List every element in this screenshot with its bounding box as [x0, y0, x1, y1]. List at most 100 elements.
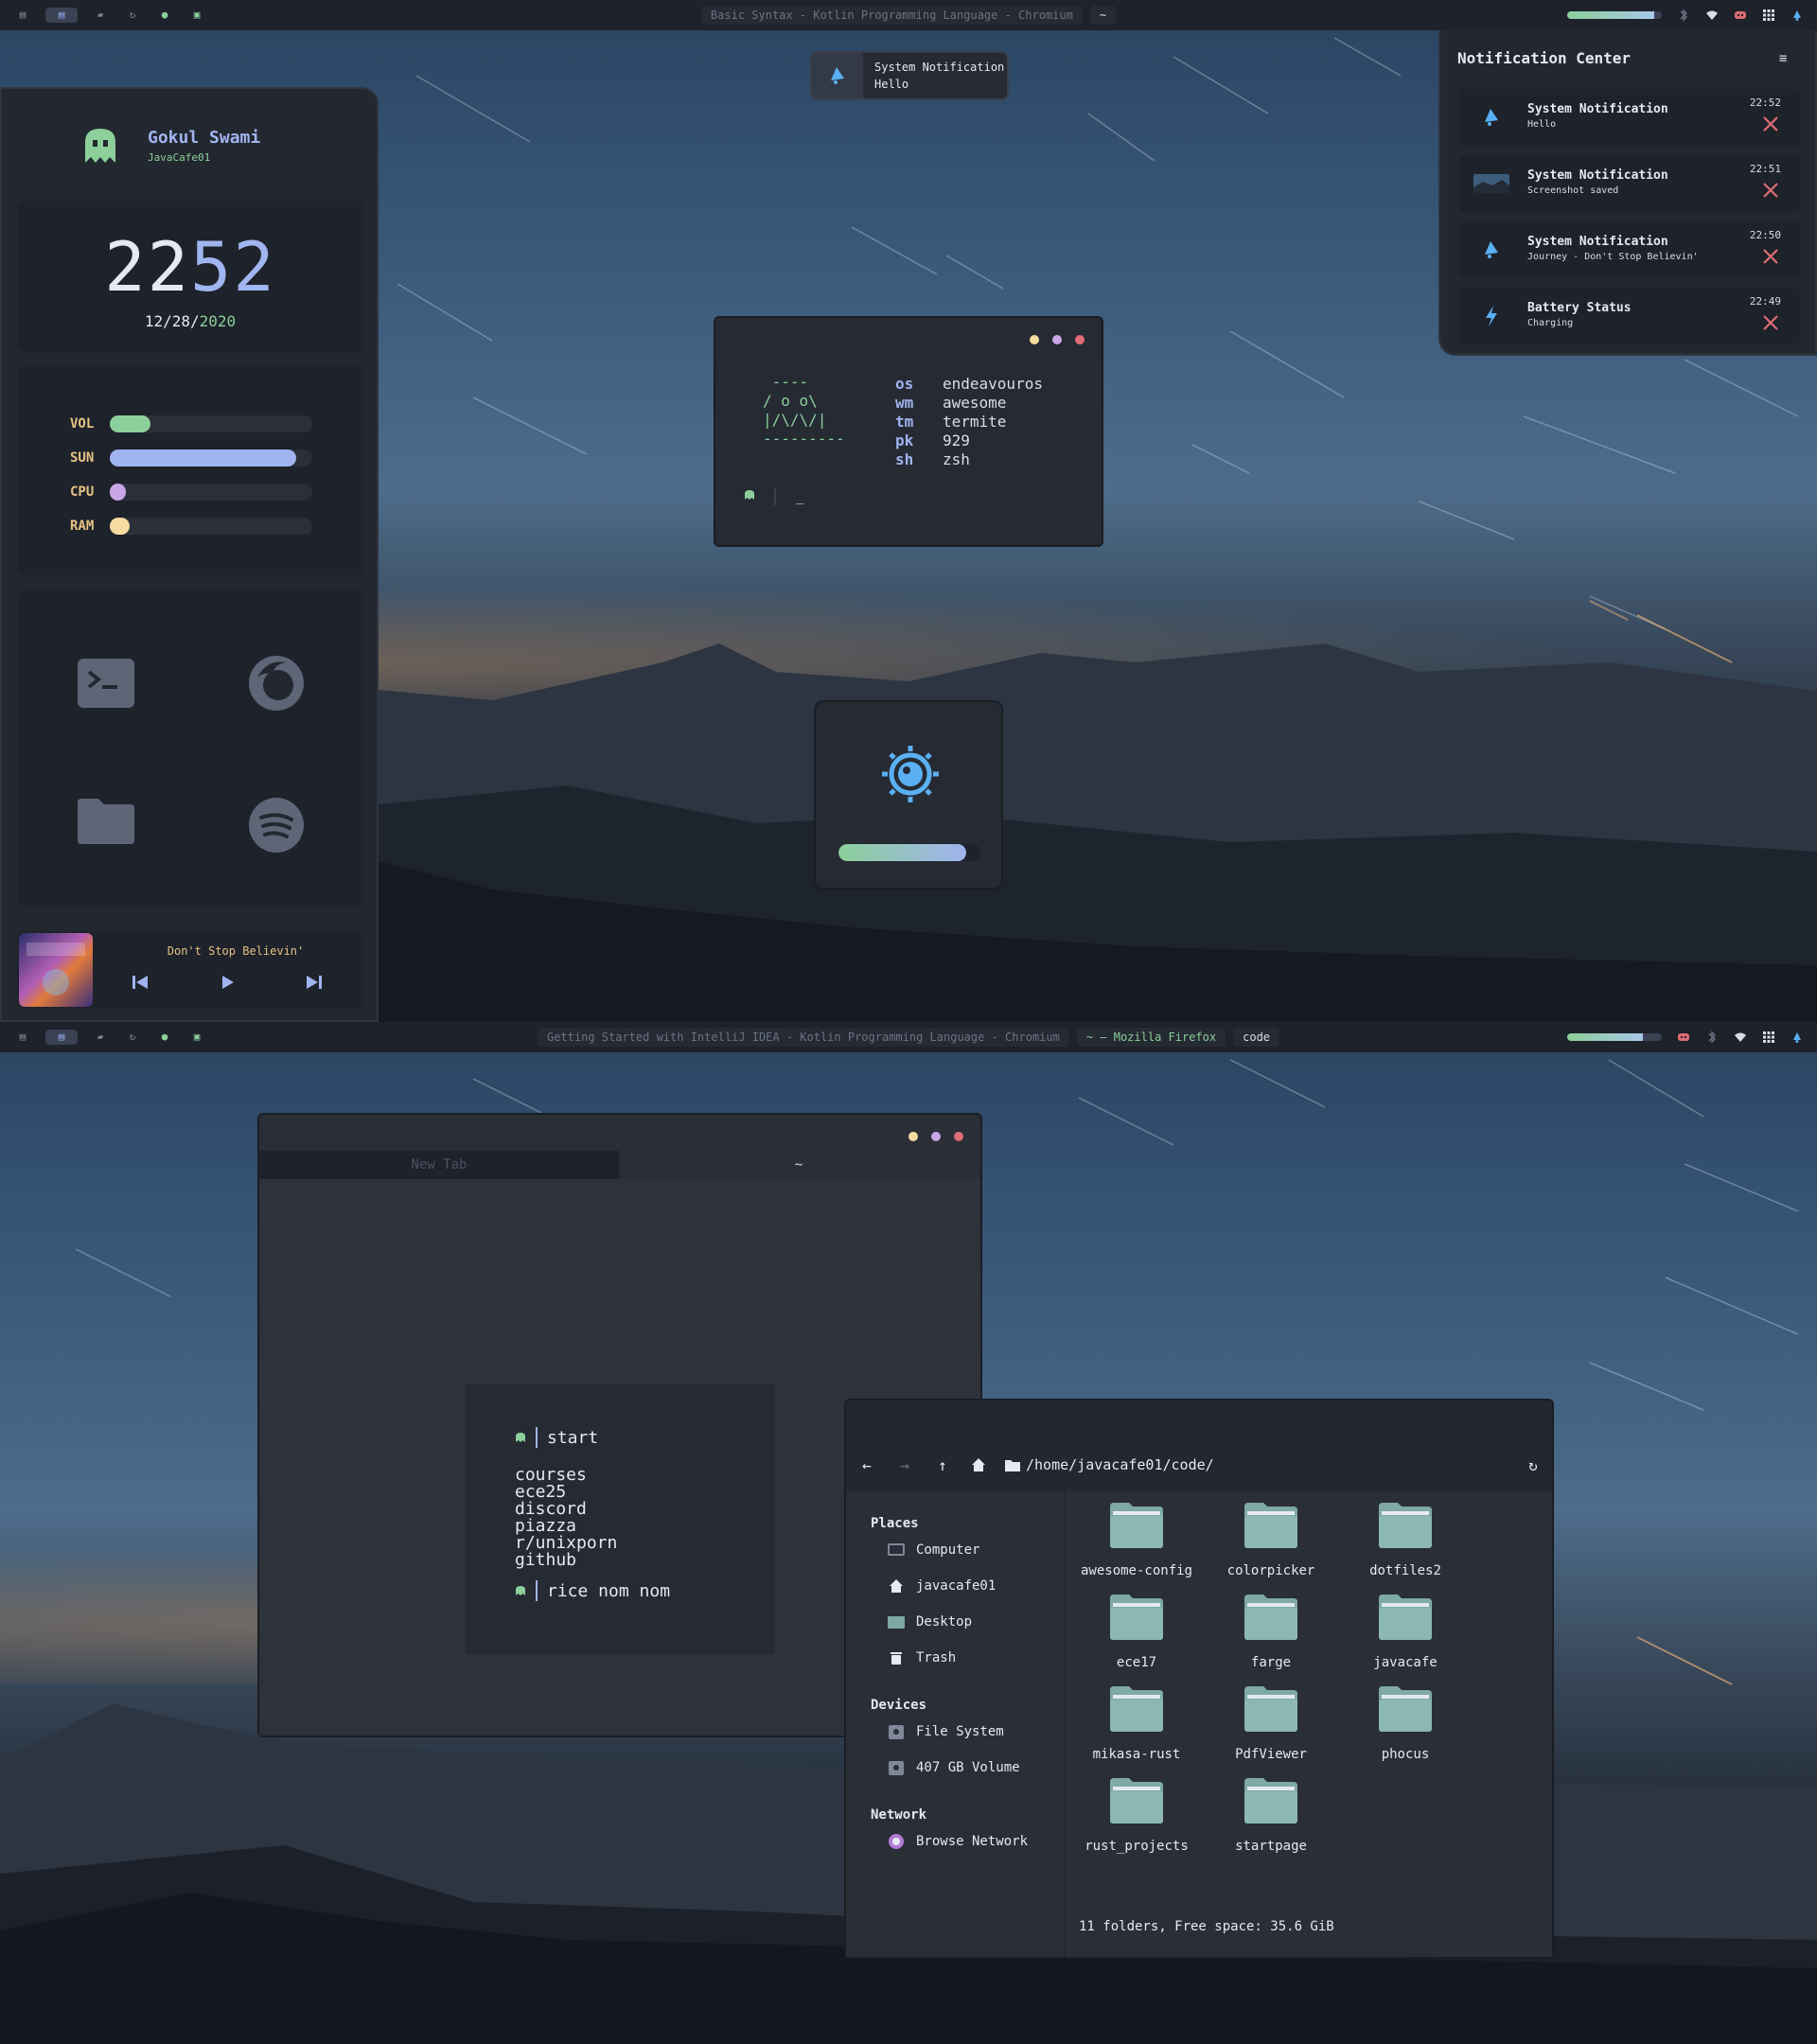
folder-item[interactable]: javacafe — [1338, 1595, 1473, 1670]
dismiss-icon[interactable] — [1762, 182, 1779, 199]
dismiss-icon[interactable] — [1762, 248, 1779, 265]
sidebar-item-home[interactable]: javacafe01 — [888, 1578, 996, 1594]
terminal-icon[interactable] — [78, 657, 134, 714]
minimize-button[interactable] — [1030, 335, 1039, 344]
sidebar-item-network[interactable]: Browse Network — [888, 1834, 1028, 1849]
folder-item[interactable]: startpage — [1204, 1778, 1338, 1854]
panel-icon[interactable]: ▤ — [13, 8, 32, 23]
close-button[interactable] — [954, 1132, 963, 1141]
top-desktop: ▤ ▤ ▰ ↻ ● ▣ Basic Syntax - Kotlin Progra… — [0, 0, 1817, 1022]
notification-time: 22:51 — [1749, 163, 1781, 175]
volume-bar[interactable] — [1567, 11, 1662, 19]
search-input[interactable]: rice nom nom — [547, 1581, 670, 1601]
notification-bell-icon[interactable] — [1791, 1031, 1804, 1044]
workspace-circle[interactable]: ● — [155, 1030, 174, 1045]
stats-widget: VOL SUN CPU RAM — [17, 365, 363, 575]
up-arrow-icon[interactable]: ↑ — [933, 1456, 952, 1474]
maximize-button[interactable] — [1052, 335, 1062, 344]
folder-item[interactable]: awesome-config — [1069, 1503, 1204, 1578]
folder-item[interactable]: farge — [1204, 1595, 1338, 1670]
wifi-icon[interactable] — [1705, 9, 1719, 22]
sidebar-item-filesystem[interactable]: File System — [888, 1724, 1004, 1739]
workspace-terminal[interactable]: ▣ — [187, 1030, 206, 1045]
notification-popup[interactable]: System Notification Hello — [810, 51, 1009, 100]
window-title-files[interactable]: code — [1233, 1028, 1280, 1047]
workspace-files[interactable]: ▰ — [91, 1030, 110, 1045]
workspace-browser[interactable]: ▤ — [45, 8, 78, 23]
sidebar-item-desktop[interactable]: Desktop — [888, 1614, 972, 1630]
folder-item[interactable]: phocus — [1338, 1686, 1473, 1762]
next-icon[interactable] — [305, 973, 324, 992]
folder-item[interactable]: PdfViewer — [1204, 1686, 1338, 1762]
folder-item[interactable]: rust_projects — [1069, 1778, 1204, 1854]
refresh-icon[interactable]: ↻ — [1524, 1456, 1543, 1474]
clock-date: 12/28/2020 — [144, 312, 237, 330]
folder-item[interactable]: colorpicker — [1204, 1503, 1338, 1578]
clear-all-icon[interactable]: ≡ — [1779, 52, 1794, 65]
dismiss-icon[interactable] — [1762, 115, 1779, 132]
bluetooth-off-icon[interactable] — [1705, 1031, 1719, 1044]
search-prompt[interactable]: rice nom nom — [515, 1580, 670, 1601]
panel-icon[interactable]: ▤ — [13, 1030, 32, 1045]
forward-arrow-icon[interactable]: → — [895, 1456, 914, 1474]
bookmark-link[interactable]: github — [515, 1552, 617, 1569]
spotify-icon[interactable] — [248, 797, 305, 854]
maximize-button[interactable] — [931, 1132, 941, 1141]
workspace-circle[interactable]: ● — [155, 8, 174, 23]
notification-bell-icon[interactable] — [1791, 9, 1804, 22]
notification-item[interactable]: Battery Status Charging 22:49 — [1459, 288, 1800, 344]
notification-item[interactable]: System Notification Hello 22:52 — [1459, 89, 1800, 146]
workspace-refresh[interactable]: ↻ — [123, 8, 142, 23]
window-title-terminal[interactable]: ~ — [1089, 6, 1117, 25]
sidebar-item-volume[interactable]: 407 GB Volume — [888, 1760, 1020, 1775]
folder-item[interactable]: mikasa-rust — [1069, 1686, 1204, 1762]
wifi-icon[interactable] — [1734, 1031, 1747, 1044]
home-icon[interactable] — [971, 1457, 986, 1472]
prev-icon[interactable] — [131, 973, 150, 992]
window-titles: Getting Started with IntelliJ IDEA - Kot… — [537, 1028, 1280, 1047]
bell-icon — [812, 53, 863, 98]
file-manager-window[interactable]: ← → ↑ /home/javacafe01/code/ ↻ Places Co… — [844, 1399, 1554, 1959]
fetch-terminal[interactable]: ---- / o o\ |/\/\/| --------- os endeavou… — [714, 316, 1103, 547]
folder-icon[interactable] — [78, 797, 134, 854]
tab-home[interactable]: ~ — [619, 1151, 979, 1179]
play-icon[interactable] — [218, 973, 237, 992]
ghost-avatar-icon — [85, 129, 115, 163]
brightness-bar[interactable] — [838, 844, 980, 861]
folder-item[interactable]: dotfiles2 — [1338, 1503, 1473, 1578]
bluetooth-off-icon[interactable] — [1677, 9, 1690, 22]
volume-bar[interactable] — [1567, 1033, 1662, 1041]
apps-grid-icon[interactable] — [1762, 9, 1775, 22]
stat-bar — [110, 415, 312, 432]
tab-new-tab[interactable]: New Tab — [259, 1151, 619, 1179]
firefox-icon[interactable] — [248, 655, 305, 712]
bell-icon — [1473, 235, 1510, 265]
window-title-chromium[interactable]: Basic Syntax - Kotlin Programming Langua… — [700, 6, 1083, 25]
workspace-terminal[interactable]: ▣ — [187, 8, 206, 23]
sidebar-item-computer[interactable]: Computer — [888, 1542, 979, 1558]
info-row: tm termite — [895, 413, 1007, 431]
discord-icon[interactable] — [1734, 9, 1747, 22]
close-button[interactable] — [1075, 335, 1085, 344]
window-title-chromium[interactable]: Getting Started with IntelliJ IDEA - Kot… — [537, 1028, 1069, 1047]
dismiss-icon[interactable] — [1762, 314, 1779, 331]
notification-item[interactable]: System Notification Screenshot saved 22:51 — [1459, 155, 1800, 212]
window-title-firefox[interactable]: ~ — Mozilla Firefox — [1076, 1028, 1226, 1047]
terminal-prompt[interactable]: _ — [744, 488, 803, 505]
apps-grid-icon[interactable] — [1762, 1031, 1775, 1044]
stat-row-vol: VOL — [70, 407, 363, 441]
back-arrow-icon[interactable]: ← — [857, 1456, 876, 1474]
folder-icon — [1244, 1778, 1297, 1824]
workspace-refresh[interactable]: ↻ — [123, 1030, 142, 1045]
sidebar-item-trash[interactable]: Trash — [888, 1650, 956, 1665]
stat-row-sun: SUN — [70, 441, 363, 475]
start-prompt: start — [515, 1427, 598, 1448]
notification-item[interactable]: System Notification Journey - Don't Stop … — [1459, 221, 1800, 278]
discord-icon[interactable] — [1677, 1031, 1690, 1044]
minimize-button[interactable] — [908, 1132, 918, 1141]
folder-icon — [1110, 1595, 1163, 1640]
workspace-browser[interactable]: ▤ — [45, 1030, 78, 1045]
path-bar[interactable]: /home/javacafe01/code/ — [1005, 1456, 1214, 1473]
folder-item[interactable]: ece17 — [1069, 1595, 1204, 1670]
workspace-files[interactable]: ▰ — [91, 8, 110, 23]
